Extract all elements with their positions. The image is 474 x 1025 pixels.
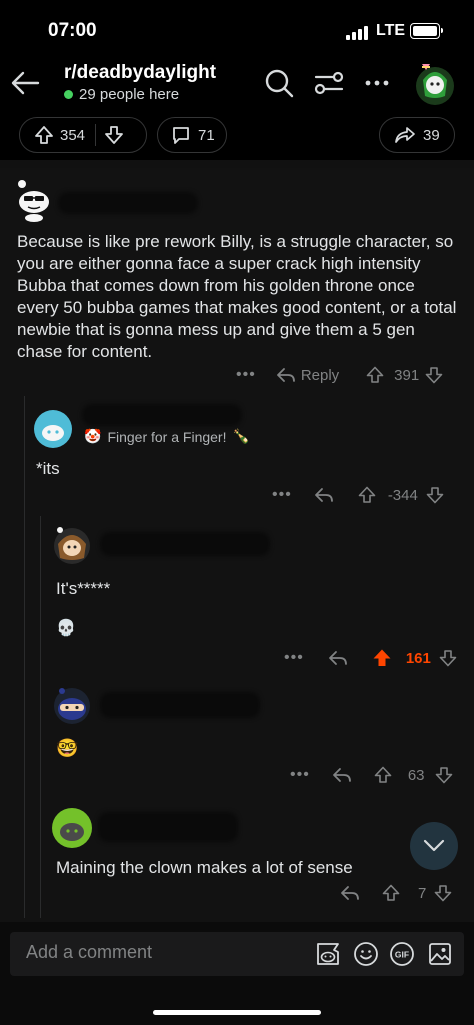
downvote-icon[interactable] <box>426 486 444 504</box>
top-bar: r/deadbydaylight 29 people here <box>0 56 474 112</box>
thread-line <box>40 516 41 918</box>
share-icon <box>395 127 415 143</box>
comment-body: Because is like pre rework Billy, is a s… <box>17 232 457 361</box>
emoji-icon[interactable] <box>352 940 380 968</box>
thread-line <box>24 396 25 918</box>
gif-icon[interactable]: GIF <box>388 940 416 968</box>
user-avatar[interactable] <box>414 60 456 106</box>
comment-actions: 7 <box>340 884 452 902</box>
flair-text: Finger for a Finger! <box>107 428 227 445</box>
comment-score: -344 <box>387 486 418 504</box>
online-count: 29 people here <box>79 86 180 103</box>
comment-thread: Because is like pre rework Billy, is a s… <box>0 168 474 922</box>
reply-icon[interactable] <box>340 884 360 902</box>
subreddit-name[interactable]: r/deadbydaylight <box>64 62 216 84</box>
downvote-icon[interactable] <box>434 884 452 902</box>
clock: 07:00 <box>48 20 97 41</box>
reply-icon[interactable] <box>276 366 296 384</box>
svg-text:GIF: GIF <box>395 950 409 960</box>
clown-icon: 🤡 <box>84 428 102 444</box>
downvote-icon[interactable] <box>425 366 443 384</box>
status-bar: 07:00 LTE <box>0 0 474 60</box>
comment-score: 63 <box>407 766 425 784</box>
comment-bubble-icon <box>173 127 189 144</box>
comment-actions: ••• Reply 391 <box>236 366 443 384</box>
redacted-username <box>58 192 198 214</box>
online-indicator: 29 people here <box>64 86 179 103</box>
upvote-icon[interactable] <box>34 125 54 145</box>
share-count: 39 <box>423 126 440 144</box>
downvote-icon[interactable] <box>104 125 124 145</box>
comment-avatar-snoo[interactable] <box>52 808 92 848</box>
bottle-icon: 🍾 <box>232 428 250 444</box>
comment-count: 71 <box>198 126 215 144</box>
back-arrow-icon[interactable] <box>8 66 42 100</box>
downvote-icon[interactable] <box>439 649 457 667</box>
comment-actions: ••• 63 <box>290 766 453 784</box>
upvote-active-icon[interactable] <box>372 648 392 668</box>
skull-emoji: 💀 <box>56 620 76 637</box>
reply-icon[interactable] <box>328 649 348 667</box>
comment-body: Maining the clown makes a lot of sense <box>56 858 353 877</box>
comment-body: *its <box>36 459 60 478</box>
network-type: LTE <box>376 22 406 39</box>
post-vote-bar: 354 <box>19 117 147 153</box>
more-options-icon[interactable] <box>360 66 394 100</box>
search-icon[interactable] <box>262 66 296 100</box>
comment-actions: ••• -344 <box>272 486 444 504</box>
upvote-icon[interactable] <box>358 486 376 504</box>
comments-count-button[interactable]: 71 <box>157 117 227 153</box>
redacted-username <box>82 404 242 426</box>
redacted-username <box>100 532 270 556</box>
comment-avatar-ninja[interactable] <box>52 686 92 726</box>
chevron-down-icon <box>423 839 445 852</box>
comment-more-icon[interactable]: ••• <box>284 649 304 667</box>
snoo-sticker-icon[interactable] <box>312 938 344 970</box>
comment-body: It's***** <box>56 579 111 598</box>
comment-actions: ••• 161 <box>284 648 457 668</box>
comment-score: 391 <box>394 366 420 384</box>
upvote-icon[interactable] <box>366 366 384 384</box>
collapse-thread-button[interactable] <box>410 822 458 870</box>
user-flair: 🤡 Finger for a Finger! 🍾 <box>84 428 250 445</box>
upvote-icon[interactable] <box>374 766 392 784</box>
comment-avatar-snoo[interactable] <box>34 410 72 448</box>
redacted-username <box>98 812 238 842</box>
downvote-icon[interactable] <box>435 766 453 784</box>
home-indicator <box>153 1010 321 1015</box>
comment-more-icon[interactable]: ••• <box>290 766 310 784</box>
comment-score: 7 <box>418 884 427 902</box>
online-dot <box>64 90 73 99</box>
reply-icon[interactable] <box>314 486 334 504</box>
upvote-icon[interactable] <box>382 884 400 902</box>
redacted-username <box>100 692 260 718</box>
reply-button[interactable]: Reply <box>301 367 339 384</box>
nerd-emoji: 🤓 <box>56 738 79 758</box>
comment-avatar-custom[interactable] <box>52 524 92 566</box>
comment-avatar-snoo[interactable] <box>12 174 52 222</box>
signal-icon <box>346 26 370 40</box>
comment-composer: GIF <box>0 922 474 1025</box>
image-upload-icon[interactable] <box>426 940 454 968</box>
post-score: 354 <box>60 126 86 144</box>
comment-more-icon[interactable]: ••• <box>272 486 292 504</box>
sort-filter-icon[interactable] <box>312 66 346 100</box>
share-button[interactable]: 39 <box>379 117 455 153</box>
comment-score: 161 <box>405 649 431 667</box>
section-divider <box>0 160 474 168</box>
reply-icon[interactable] <box>332 766 352 784</box>
vote-divider <box>95 124 97 146</box>
battery-icon <box>410 23 443 39</box>
comment-input-box[interactable]: GIF <box>10 932 464 976</box>
comment-input[interactable] <box>26 942 286 963</box>
comment-more-icon[interactable]: ••• <box>236 366 256 384</box>
